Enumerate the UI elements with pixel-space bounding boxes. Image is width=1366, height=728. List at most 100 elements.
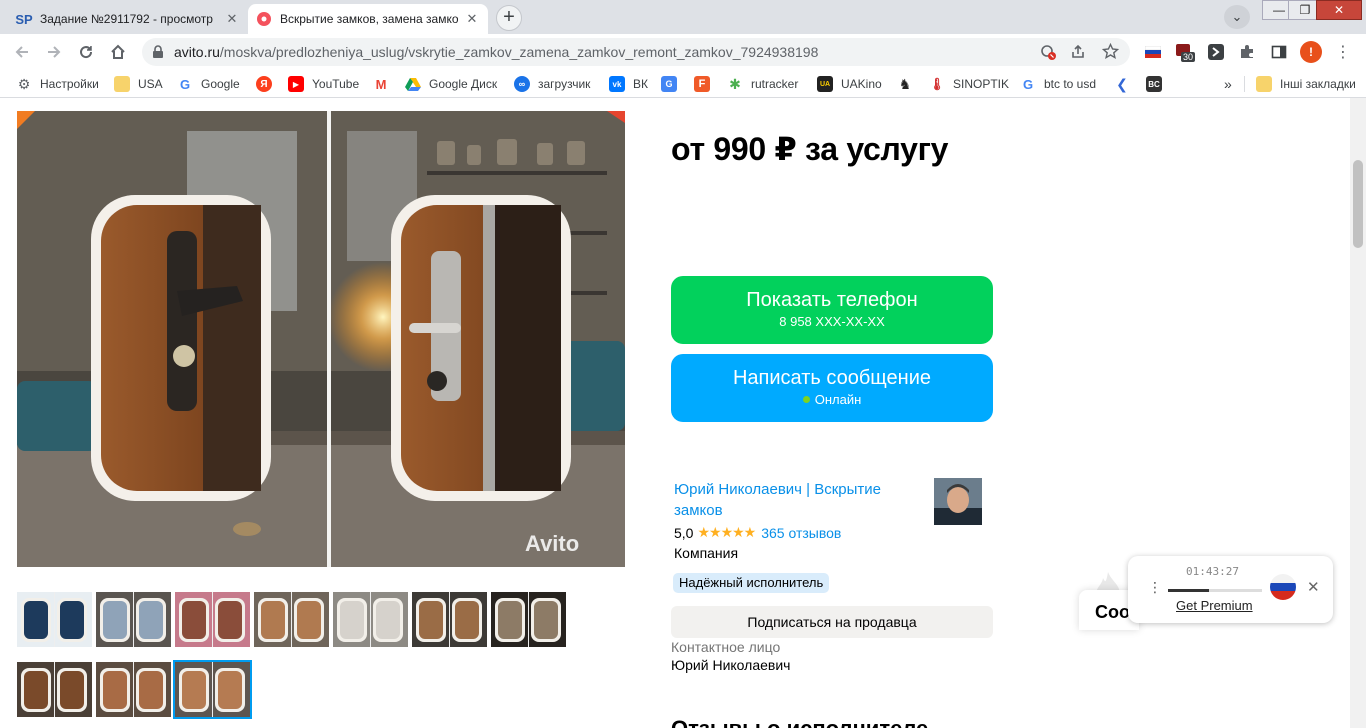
bookmark-chess[interactable]: ♞: [897, 76, 921, 92]
listing-thumbnail[interactable]: [491, 592, 566, 647]
gear-icon: ⚙: [17, 75, 31, 92]
reviews-link[interactable]: 365 отзывов: [761, 525, 841, 541]
dark-extension-icon[interactable]: [1207, 43, 1225, 61]
tab-title: Задание №2911792 - просмотр: [40, 12, 213, 26]
listing-thumbnail[interactable]: [17, 592, 92, 647]
menu-kebab-icon[interactable]: ⋮: [1334, 43, 1352, 61]
uakino-icon: UA: [817, 76, 833, 92]
new-tab-button[interactable]: +: [496, 5, 522, 31]
vpn-close-icon[interactable]: ✕: [1307, 578, 1320, 596]
close-window-button[interactable]: ✕: [1316, 0, 1362, 20]
bookmark-gmail[interactable]: M: [373, 76, 397, 92]
seller-type: Компания: [674, 545, 739, 561]
tab-title: Вскрытие замков, замена замков: [280, 12, 458, 26]
listing-thumbnail[interactable]: [173, 660, 252, 719]
bookmarks-bar: ⚙ Настройки USA G Google Я ▶ YouTube M Goog…: [0, 70, 1366, 98]
bookmark-sinoptik[interactable]: 🌡 SINOPTIK: [929, 76, 1009, 92]
bookmark-loader[interactable]: ∞ загрузчик: [514, 76, 590, 92]
tab-avito[interactable]: Вскрытие замков, замена замков ✕: [248, 4, 488, 34]
bookmark-label: Інші закладки: [1280, 77, 1356, 91]
listing-thumbnail[interactable]: [17, 662, 92, 717]
folder-icon: [1256, 76, 1272, 92]
url-text: avito.ru/moskva/predlozheniya_uslug/vskr…: [174, 44, 819, 60]
extension-badge-icon[interactable]: 30: [1175, 43, 1196, 62]
yandex-icon: Я: [256, 76, 272, 92]
listing-thumbnail[interactable]: [175, 592, 250, 647]
russia-flag-icon[interactable]: [1270, 574, 1296, 600]
bookmark-label: SINOPTIK: [953, 77, 1010, 91]
bookmark-settings[interactable]: ⚙ Настройки: [16, 76, 99, 92]
scrollbar-thumb[interactable]: [1353, 160, 1363, 248]
get-premium-link[interactable]: Get Premium: [1176, 598, 1253, 613]
bookmark-label: загрузчик: [538, 77, 591, 91]
page-scrollbar[interactable]: [1350, 98, 1366, 728]
contact-person-label: Контактное лицо: [671, 639, 781, 655]
bookmarks-more-button[interactable]: »: [1224, 76, 1232, 92]
bookmark-usa[interactable]: USA: [114, 76, 163, 92]
vpn-menu-icon[interactable]: ⋮: [1148, 580, 1162, 594]
bookmark-rutracker[interactable]: ✱ rutracker: [727, 76, 798, 92]
avito-favicon-icon: [256, 11, 272, 27]
translate-icon: G: [661, 76, 677, 92]
bookmark-uakino[interactable]: UA UAKino: [817, 76, 882, 92]
bookmark-btc[interactable]: Gbtc to usd: [1020, 76, 1096, 92]
listing-thumbnail[interactable]: [412, 592, 487, 647]
share-icon[interactable]: [1070, 44, 1086, 65]
rating-value: 5,0: [674, 524, 694, 541]
bookmark-other[interactable]: Інші закладки: [1256, 76, 1356, 92]
bookmark-label: Настройки: [40, 77, 99, 91]
seller-name-link[interactable]: Юрий Николаевич | Вскрытие замков: [674, 479, 924, 521]
rutracker-icon: ✱: [729, 75, 741, 92]
bookmark-star-icon[interactable]: [1101, 42, 1120, 65]
listing-thumbnail[interactable]: [254, 592, 329, 647]
reload-icon[interactable]: [74, 40, 98, 64]
write-message-button[interactable]: Написать сообщение Онлайн: [671, 354, 993, 422]
vpn-popup: ⋮ 01:43:27 Get Premium ✕: [1128, 556, 1333, 623]
show-phone-label: Показать телефон: [746, 289, 918, 311]
browser-toolbar: avito.ru/moskva/predlozheniya_uslug/vskr…: [0, 34, 1366, 70]
back-icon[interactable]: [10, 40, 34, 64]
bookmark-yandex[interactable]: Я: [256, 76, 280, 92]
listing-thumbnail[interactable]: [96, 662, 171, 717]
bookmark-translate[interactable]: G: [661, 76, 685, 92]
tab-search-icon[interactable]: ⌄: [1224, 5, 1250, 29]
bookmark-label: ВК: [633, 77, 648, 91]
bc-icon: BC: [1146, 76, 1162, 92]
blocked-icon[interactable]: [1040, 44, 1056, 65]
forward-icon[interactable]: [42, 40, 66, 64]
bookmark-drive[interactable]: Google Диск: [405, 76, 497, 92]
home-icon[interactable]: [106, 40, 130, 64]
profile-avatar[interactable]: !: [1300, 41, 1322, 63]
address-bar[interactable]: avito.ru/moskva/predlozheniya_uslug/vskr…: [142, 38, 1130, 66]
tab-close-icon[interactable]: ✕: [464, 11, 480, 27]
folder-icon: [114, 76, 130, 92]
bookmark-arrow[interactable]: ❮: [1114, 76, 1138, 92]
avito-watermark: Avito: [525, 531, 579, 556]
arrow-icon: ❮: [1116, 75, 1128, 92]
bookmark-google[interactable]: G Google: [177, 76, 240, 92]
thermometer-icon: 🌡: [929, 77, 945, 91]
subscribe-button[interactable]: Подписаться на продавца: [671, 606, 993, 638]
bookmark-vk[interactable]: vk ВК: [609, 76, 648, 92]
tab-task[interactable]: SP Задание №2911792 - просмотр ✕: [8, 4, 248, 34]
bookmark-label: UAKino: [841, 77, 882, 91]
main-listing-photo[interactable]: Avito: [17, 111, 625, 567]
russia-flag-icon[interactable]: [1144, 43, 1162, 61]
bookmark-youtube[interactable]: ▶ YouTube: [288, 76, 359, 92]
tab-close-icon[interactable]: ✕: [224, 11, 240, 27]
side-panel-icon[interactable]: [1270, 43, 1288, 61]
bookmark-bc[interactable]: BC: [1146, 76, 1170, 92]
reviews-section-title: Отзывы о исполнителе: [671, 716, 928, 728]
bookmarks-divider: [1244, 76, 1245, 92]
vpn-timer: 01:43:27: [1186, 565, 1239, 578]
drive-icon: [405, 76, 421, 92]
tab-strip: SP Задание №2911792 - просмотр ✕ Вскрыти…: [0, 0, 1366, 34]
google-icon: G: [1022, 76, 1034, 92]
bookmark-f[interactable]: F: [694, 76, 718, 92]
listing-thumbnail[interactable]: [333, 592, 408, 647]
listing-thumbnail[interactable]: [96, 592, 171, 647]
chess-icon: ♞: [898, 75, 912, 92]
show-phone-button[interactable]: Показать телефон 8 958 XXX-XX-XX: [671, 276, 993, 344]
seller-avatar[interactable]: [934, 478, 982, 525]
puzzle-icon[interactable]: [1238, 43, 1256, 61]
